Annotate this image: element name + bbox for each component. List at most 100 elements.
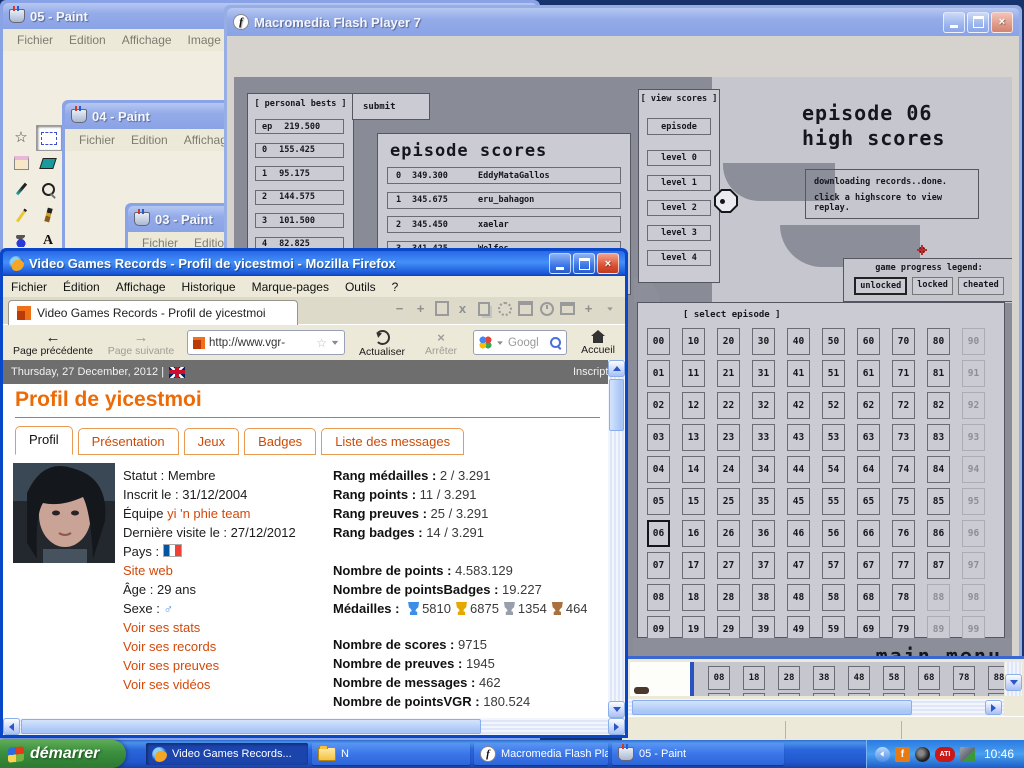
- free-form-select-tool[interactable]: ☆: [9, 125, 33, 149]
- episode-cell-94[interactable]: 94: [962, 456, 985, 483]
- episode-cell-67[interactable]: 67: [857, 552, 880, 579]
- episode-cell-21[interactable]: 21: [717, 360, 740, 387]
- episode-cell-77[interactable]: 77: [892, 552, 915, 579]
- bg-episode-cell-58[interactable]: 58: [883, 666, 905, 690]
- episode-cell-37[interactable]: 37: [752, 552, 775, 579]
- menu-item-affichage[interactable]: Affichage: [114, 31, 180, 49]
- minus-icon[interactable]: −: [392, 301, 407, 316]
- bg-episode-cell-partial[interactable]: [883, 693, 905, 696]
- episode-cell-65[interactable]: 65: [857, 488, 880, 515]
- episode-cell-42[interactable]: 42: [787, 392, 810, 419]
- episode-cell-14[interactable]: 14: [682, 456, 705, 483]
- episode-cell-48[interactable]: 48: [787, 584, 810, 611]
- forward-button[interactable]: → Page suivante: [99, 327, 183, 360]
- episode-cell-96[interactable]: 96: [962, 520, 985, 547]
- episode-cell-40[interactable]: 40: [787, 328, 810, 355]
- episode-cell-64[interactable]: 64: [857, 456, 880, 483]
- scroll-right-button[interactable]: [985, 700, 1002, 715]
- episode-cell-82[interactable]: 82: [927, 392, 950, 419]
- episode-cell-25[interactable]: 25: [717, 488, 740, 515]
- episode-cell-55[interactable]: 55: [822, 488, 845, 515]
- episode-cell-66[interactable]: 66: [857, 520, 880, 547]
- profile-tab-badges[interactable]: Badges: [244, 428, 316, 455]
- vertical-scroll-thumb[interactable]: [609, 379, 624, 431]
- episode-cell-74[interactable]: 74: [892, 456, 915, 483]
- color-picker-tool[interactable]: [9, 177, 33, 201]
- page-horizontal-scrollbar[interactable]: [3, 718, 625, 735]
- submit-button[interactable]: submit: [352, 93, 430, 120]
- legend-locked-button[interactable]: locked: [912, 277, 953, 295]
- profile-tab-présentation[interactable]: Présentation: [78, 428, 179, 455]
- close-button[interactable]: ×: [597, 253, 619, 274]
- episode-cell-54[interactable]: 54: [822, 456, 845, 483]
- horizontal-scroll-thumb[interactable]: [21, 719, 481, 734]
- reload-button[interactable]: Actualiser: [351, 327, 413, 360]
- scroll-down-button[interactable]: [608, 701, 625, 718]
- episode-cell-71[interactable]: 71: [892, 360, 915, 387]
- profile-tab-profil[interactable]: Profil: [15, 426, 73, 455]
- episode-cell-20[interactable]: 20: [717, 328, 740, 355]
- tab-vgr-profile[interactable]: Video Games Records - Profil de yicestmo…: [8, 300, 298, 325]
- firefox-menu-?[interactable]: ?: [384, 280, 407, 294]
- menu-item-image[interactable]: Image: [180, 31, 229, 49]
- profile-tab-liste-des-messages[interactable]: Liste des messages: [321, 428, 464, 455]
- episode-cell-97[interactable]: 97: [962, 552, 985, 579]
- bg-episode-cell-88[interactable]: 88: [988, 666, 1004, 690]
- episode-cell-38[interactable]: 38: [752, 584, 775, 611]
- personal-best-row[interactable]: 3101.500: [255, 213, 344, 228]
- episode-cell-26[interactable]: 26: [717, 520, 740, 547]
- personal-best-row[interactable]: 2144.575: [255, 190, 344, 205]
- profile-tab-jeux[interactable]: Jeux: [184, 428, 239, 455]
- url-text[interactable]: http://www.vgr-: [209, 337, 312, 349]
- bg-episode-cell-partial[interactable]: [813, 693, 835, 696]
- minimize-button[interactable]: [943, 12, 965, 33]
- start-button[interactable]: démarrer: [0, 740, 126, 768]
- taskbar-task-firefox[interactable]: Video Games Records...: [146, 743, 308, 765]
- flash-title-bar[interactable]: f Macromedia Flash Player 7 ×: [227, 8, 1019, 36]
- bg-episode-cell-48[interactable]: 48: [848, 666, 870, 690]
- bg-episode-cell-partial[interactable]: [953, 693, 975, 696]
- maximize-button[interactable]: [573, 253, 595, 274]
- episode-cell-46[interactable]: 46: [787, 520, 810, 547]
- bg-episode-cell-partial[interactable]: [988, 693, 1004, 696]
- episode-cell-84[interactable]: 84: [927, 456, 950, 483]
- tray-collapse-chevron[interactable]: [875, 747, 890, 762]
- horizontal-scroll-thumb[interactable]: [632, 700, 912, 715]
- brush-tool[interactable]: [36, 203, 60, 227]
- episode-cell-53[interactable]: 53: [822, 424, 845, 451]
- legend-unlocked-button[interactable]: unlocked: [854, 277, 907, 295]
- episode-cell-57[interactable]: 57: [822, 552, 845, 579]
- overflow-chevron-icon[interactable]: [602, 301, 617, 316]
- bg-episode-cell-partial[interactable]: [918, 693, 940, 696]
- episode-cell-92[interactable]: 92: [962, 392, 985, 419]
- episode-cell-43[interactable]: 43: [787, 424, 810, 451]
- episode-cell-22[interactable]: 22: [717, 392, 740, 419]
- scroll-down-button[interactable]: [1005, 674, 1022, 691]
- back-button[interactable]: ← Page précédente: [7, 327, 99, 360]
- search-input[interactable]: Googl: [508, 337, 546, 349]
- episode-cell-01[interactable]: 01: [647, 360, 670, 387]
- minimize-button[interactable]: [549, 253, 571, 274]
- episode-cell-87[interactable]: 87: [927, 552, 950, 579]
- open-window-icon[interactable]: [518, 301, 533, 316]
- episode-cell-80[interactable]: 80: [927, 328, 950, 355]
- team-link[interactable]: yi 'n phie team: [167, 506, 250, 521]
- stop-button[interactable]: × Arrêter: [415, 327, 467, 360]
- episode-cell-88[interactable]: 88: [927, 584, 950, 611]
- episode-cell-31[interactable]: 31: [752, 360, 775, 387]
- usb-tray-icon[interactable]: [960, 747, 975, 762]
- episode-cell-10[interactable]: 10: [682, 328, 705, 355]
- firefox-title-bar[interactable]: Video Games Records - Profil de yicestmo…: [3, 251, 625, 276]
- taskbar-task-folder[interactable]: N: [312, 743, 470, 765]
- episode-cell-75[interactable]: 75: [892, 488, 915, 515]
- profile-link-voir-ses-records[interactable]: Voir ses records: [123, 639, 216, 654]
- menu-item-fichier[interactable]: Fichier: [71, 131, 123, 149]
- menu-item-edition[interactable]: Edition: [61, 31, 114, 49]
- episode-cell-72[interactable]: 72: [892, 392, 915, 419]
- close-button[interactable]: ×: [991, 12, 1013, 33]
- bg-episode-cell-partial[interactable]: [848, 693, 870, 696]
- bg-episode-cell-partial[interactable]: [708, 693, 730, 696]
- bg-episode-cell-78[interactable]: 78: [953, 666, 975, 690]
- episode-score-row[interactable]: 0349.300EddyMataGallos: [387, 167, 621, 184]
- profile-link-voir-ses-preuves[interactable]: Voir ses preuves: [123, 658, 219, 673]
